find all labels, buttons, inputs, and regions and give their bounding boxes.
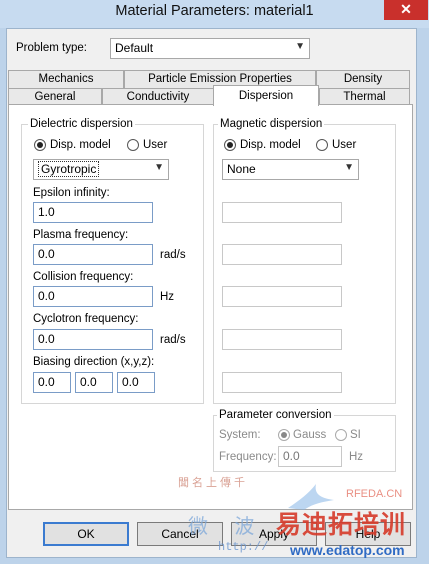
epsilon-label: Epsilon infinity: (33, 187, 110, 199)
si-radio[interactable] (335, 429, 347, 441)
cyclotron-frequency-label: Cyclotron frequency: (33, 313, 139, 325)
dielectric-disp-model-label: Disp. model (50, 139, 111, 151)
conversion-frequency-input[interactable]: 0.0 (278, 446, 342, 467)
plasma-frequency-unit: rad/s (160, 249, 186, 261)
chevron-down-icon: ▼ (154, 162, 164, 173)
tab-density[interactable]: Density (316, 70, 410, 88)
tab-mechanics[interactable]: Mechanics (8, 70, 124, 88)
dielectric-title: Dielectric dispersion (28, 118, 135, 130)
bias-y-input[interactable]: 0.0 (75, 372, 113, 393)
gauss-radio[interactable] (278, 429, 290, 441)
watermark-text-line1: 聞名上傳千 (178, 476, 248, 489)
collision-frequency-unit: Hz (160, 291, 175, 303)
magnetic-disp-model-label: Disp. model (240, 139, 301, 151)
dielectric-user-label: User (143, 139, 168, 151)
magnetic-title: Magnetic dispersion (218, 118, 325, 130)
dielectric-model-select[interactable]: Gyrotropic ▼ (33, 159, 169, 180)
tab-dispersion[interactable]: Dispersion (213, 85, 319, 106)
magnetic-field-1 (222, 202, 342, 223)
epsilon-input[interactable]: 1.0 (33, 202, 153, 223)
window-title: Material Parameters: material1 (115, 3, 314, 19)
dielectric-user-radio[interactable] (127, 139, 139, 151)
bias-z-input[interactable]: 0.0 (117, 372, 155, 393)
watermark-url: www.edatop.com (290, 542, 405, 558)
cyclotron-frequency-unit: rad/s (160, 334, 186, 346)
conversion-frequency-unit: Hz (349, 451, 364, 463)
si-label: SI (350, 429, 361, 441)
close-icon: ✕ (400, 1, 412, 17)
magnetic-model-value: None (227, 162, 256, 176)
gauss-label: Gauss (293, 429, 327, 441)
magnetic-user-label: User (332, 139, 357, 151)
parameter-conversion-title: Parameter conversion (217, 409, 334, 421)
problem-type-label: Problem type: (16, 42, 87, 54)
magnetic-field-4 (222, 329, 342, 350)
magnetic-user-radio[interactable] (316, 139, 328, 151)
tab-general[interactable]: General (8, 88, 102, 105)
bird-watermark-icon (288, 484, 334, 510)
ok-button[interactable]: OK (43, 522, 129, 546)
magnetic-field-3 (222, 286, 342, 307)
chevron-down-icon: ▼ (344, 162, 354, 173)
system-label: System: (219, 429, 261, 441)
bias-x-input[interactable]: 0.0 (33, 372, 71, 393)
magnetic-field-2 (222, 244, 342, 265)
plasma-frequency-label: Plasma frequency: (33, 229, 129, 241)
collision-frequency-label: Collision frequency: (33, 271, 134, 283)
dielectric-disp-model-radio[interactable] (34, 139, 46, 151)
watermark-text-line2: 微 波 (188, 514, 265, 538)
biasing-direction-label: Biasing direction (x,y,z): (33, 356, 155, 368)
watermark-brand: RFEDA.CN (346, 488, 403, 500)
dielectric-model-value: Gyrotropic (38, 161, 100, 177)
cyclotron-frequency-input[interactable]: 0.0 (33, 329, 153, 350)
tab-conductivity[interactable]: Conductivity (102, 88, 214, 105)
plasma-frequency-input[interactable]: 0.0 (33, 244, 153, 265)
collision-frequency-input[interactable]: 0.0 (33, 286, 153, 307)
problem-type-value: Default (115, 41, 154, 55)
magnetic-model-select[interactable]: None ▼ (222, 159, 359, 180)
tab-thermal[interactable]: Thermal (319, 88, 410, 105)
conversion-frequency-label: Frequency: (219, 451, 277, 463)
problem-type-select[interactable]: Default ▼ (110, 38, 310, 59)
magnetic-field-5 (222, 372, 342, 393)
chevron-down-icon: ▼ (295, 41, 305, 52)
watermark-url-left: http:// (218, 540, 269, 554)
close-button[interactable]: ✕ (384, 0, 428, 20)
magnetic-disp-model-radio[interactable] (224, 139, 236, 151)
